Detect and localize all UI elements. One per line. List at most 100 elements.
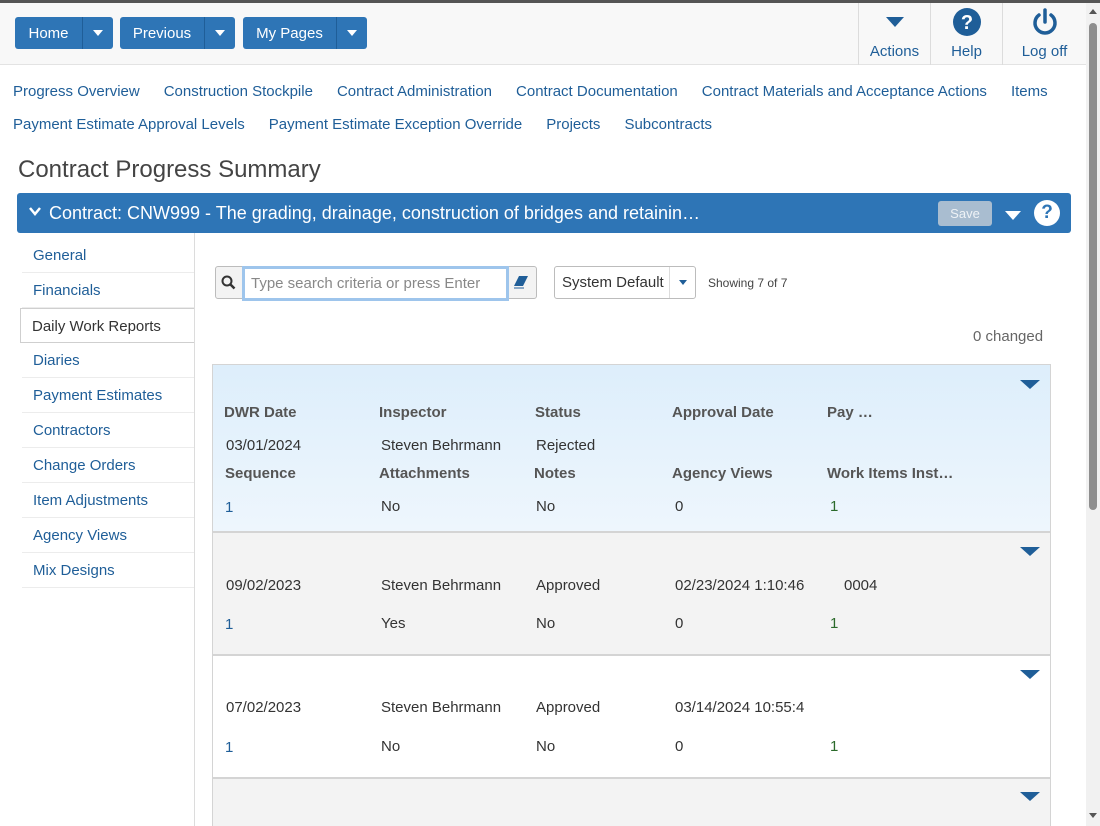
header-status: Status (535, 404, 581, 421)
nav-link-items[interactable]: Items (1011, 83, 1048, 100)
actions-button[interactable]: Actions (858, 3, 930, 65)
sidebar-item-contractors[interactable]: Contractors (22, 413, 194, 448)
sidebar-item-daily-work-reports[interactable]: Daily Work Reports (20, 308, 195, 343)
caret-down-icon[interactable] (1004, 208, 1022, 226)
dwr-date: 07/02/2023 (226, 699, 302, 716)
svg-text:?: ? (960, 12, 972, 34)
inspector: Steven Behrmann (381, 699, 502, 716)
sidebar-item-item-adjustments[interactable]: Item Adjustments (22, 483, 194, 518)
approval-date: 02/23/2024 1:10:46 (675, 577, 805, 594)
sidebar: General Financials Daily Work Reports Di… (20, 238, 195, 588)
header-approval-date: Approval Date (672, 404, 774, 421)
dwr-date: 03/01/2024 (226, 437, 302, 454)
chevron-down-icon[interactable] (28, 204, 42, 223)
caret-down-icon (885, 7, 905, 37)
header-dwr-date: DWR Date (224, 404, 297, 421)
contract-header-bar[interactable]: Contract: CNW999 - The grading, drainage… (17, 193, 1071, 233)
sidebar-item-agency-views[interactable]: Agency Views (22, 518, 194, 553)
header-inspector: Inspector (379, 404, 447, 421)
caret-down-icon[interactable] (1020, 670, 1040, 679)
vertical-scrollbar[interactable] (1086, 3, 1100, 826)
sidebar-item-payment-estimates[interactable]: Payment Estimates (22, 378, 194, 413)
my-pages-button[interactable]: My Pages (243, 17, 337, 49)
nav-link-contract-administration[interactable]: Contract Administration (337, 83, 492, 100)
actions-label: Actions (869, 43, 920, 60)
search-input[interactable] (242, 266, 509, 301)
chevron-down-icon (347, 30, 357, 36)
list-item[interactable]: DWR Date Inspector Status Approval Date … (212, 364, 1051, 532)
question-icon[interactable]: ? (1034, 200, 1060, 226)
nav-link-construction-stockpile[interactable]: Construction Stockpile (164, 83, 313, 100)
view-select-value: System Default (562, 274, 664, 291)
inspector: Steven Behrmann (381, 577, 502, 594)
my-pages-split-button: My Pages (243, 17, 367, 49)
search-icon[interactable] (221, 275, 236, 295)
save-button[interactable]: Save (938, 201, 992, 226)
attachments: No (381, 498, 401, 515)
contract-title: Contract: CNW999 - The grading, drainage… (49, 203, 701, 223)
notes: No (536, 498, 556, 515)
caret-down-icon[interactable] (1020, 792, 1040, 801)
sequence-link[interactable]: 1 (225, 499, 233, 516)
nav-link-contract-documentation[interactable]: Contract Documentation (516, 83, 678, 100)
sidebar-item-general[interactable]: General (22, 238, 194, 273)
previous-button[interactable]: Previous (120, 17, 205, 49)
sidebar-item-change-orders[interactable]: Change Orders (22, 448, 194, 483)
work-items: 1 (830, 738, 839, 755)
nav-link-payment-estimate-exception-override[interactable]: Payment Estimate Exception Override (269, 116, 522, 133)
agency-views: 0 (675, 738, 684, 755)
header-pay: Pay … (827, 404, 873, 421)
view-select[interactable]: System Default (554, 266, 696, 299)
search-box (215, 266, 537, 301)
status: Approved (536, 699, 601, 716)
scrollbar-thumb[interactable] (1089, 23, 1097, 510)
sidebar-item-financials[interactable]: Financials (22, 273, 194, 308)
chevron-down-icon[interactable] (669, 267, 695, 298)
work-items: 1 (830, 615, 839, 632)
home-dropdown-button[interactable] (83, 17, 113, 49)
nav-link-projects[interactable]: Projects (546, 116, 600, 133)
help-label: Help (951, 43, 982, 60)
agency-views: 0 (675, 615, 684, 632)
attachments: Yes (381, 615, 406, 632)
list-item[interactable]: 07/02/2023 Steven Behrmann Approved 03/1… (212, 655, 1051, 778)
header-work-items: Work Items Inst… (827, 465, 954, 482)
agency-views: 0 (675, 498, 684, 515)
header-notes: Notes (534, 465, 576, 482)
nav-row-1: Progress Overview Construction Stockpile… (13, 83, 1072, 100)
chevron-down-icon (93, 30, 103, 36)
list-item[interactable]: 09/02/2023 Steven Behrmann Approved 02/2… (212, 532, 1051, 655)
sidebar-item-diaries[interactable]: Diaries (22, 343, 194, 378)
sequence-link[interactable]: 1 (225, 739, 233, 756)
nav-link-contract-materials[interactable]: Contract Materials and Acceptance Action… (702, 83, 987, 100)
work-items: 1 (830, 498, 839, 515)
home-split-button: Home (15, 17, 113, 49)
nav-link-subcontracts[interactable]: Subcontracts (624, 116, 712, 133)
changed-count: 0 changed (973, 328, 1044, 345)
logoff-button[interactable]: Log off (1002, 3, 1086, 65)
sequence-link[interactable]: 1 (225, 616, 233, 633)
chevron-down-icon (215, 30, 225, 36)
caret-down-icon[interactable] (1020, 380, 1040, 389)
status: Rejected (536, 437, 596, 454)
list-item[interactable] (212, 778, 1051, 826)
power-icon (1030, 7, 1060, 37)
home-button[interactable]: Home (15, 17, 83, 49)
sidebar-item-mix-designs[interactable]: Mix Designs (22, 553, 194, 588)
caret-down-icon[interactable] (1020, 547, 1040, 556)
eraser-icon[interactable] (513, 275, 529, 294)
dwr-date: 09/02/2023 (226, 577, 302, 594)
scroll-down-icon[interactable] (1089, 813, 1097, 818)
approval-date: 03/14/2024 10:55:4 (675, 699, 805, 716)
question-icon: ? (952, 7, 982, 37)
nav-link-payment-estimate-approval-levels[interactable]: Payment Estimate Approval Levels (13, 116, 245, 133)
nav-link-progress-overview[interactable]: Progress Overview (13, 83, 140, 100)
notes: No (536, 738, 556, 755)
help-button[interactable]: ? Help (930, 3, 1002, 65)
header-attachments: Attachments (379, 465, 470, 482)
my-pages-dropdown-button[interactable] (337, 17, 367, 49)
previous-dropdown-button[interactable] (205, 17, 235, 49)
header-sequence: Sequence (225, 465, 296, 482)
scroll-up-icon[interactable] (1089, 9, 1097, 14)
status: Approved (536, 577, 601, 594)
